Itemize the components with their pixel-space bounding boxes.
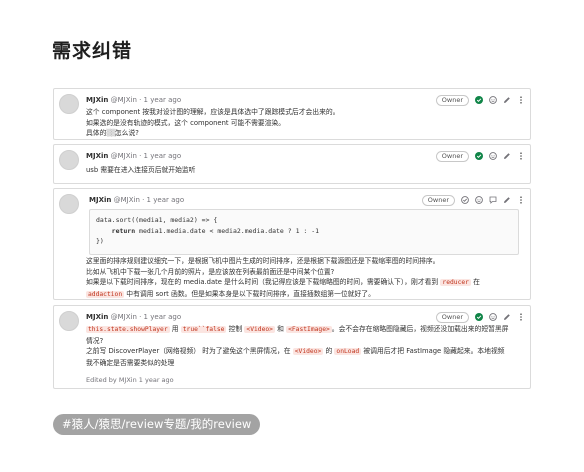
owner-badge: Owner [435, 150, 469, 162]
timestamp[interactable]: · 1 year ago [139, 96, 181, 104]
body-line: 情况? [86, 336, 104, 345]
author-name[interactable]: MJXin [86, 152, 108, 160]
owner-badge: Owner [435, 311, 469, 323]
body-text-fragment: 在 [473, 278, 480, 286]
edit-pencil-icon[interactable] [503, 96, 511, 104]
code-text: media1.media.date < media2.media.date ? … [135, 226, 320, 235]
note-actions: Owner [435, 311, 525, 323]
resolve-thread-icon[interactable] [461, 196, 469, 204]
body-text-fragment: 的 [325, 347, 333, 355]
more-actions-icon[interactable] [517, 152, 525, 160]
body-line: this.state.showPlayer 用 true``false 控制 <… [86, 324, 522, 336]
avatar[interactable] [59, 150, 79, 170]
edited-by-label: Edited by MJXin 1 year ago [86, 376, 174, 384]
avatar[interactable] [59, 311, 79, 331]
body-text-fragment: 中有调用 sort 函数。但是如果本身是以下载时间排序，直接插数组第一位就好了。 [126, 289, 375, 298]
code-keyword: return [111, 226, 136, 235]
emoji-reaction-icon[interactable] [489, 96, 497, 104]
page-title: 需求纠错 [52, 40, 133, 62]
note-header: MJXin @MJXin · 1 year ago [86, 150, 181, 162]
body-line: 这里面的排序规则建议细究一下，是根据飞机中图片生成的时间排序，还是根据下载源图还… [86, 257, 440, 265]
inline-code: <FastImage> [286, 326, 332, 333]
emoji-reaction-icon[interactable] [489, 313, 497, 321]
author-handle[interactable]: @MJXin [114, 196, 140, 204]
note-body: this.state.showPlayer 用 true``false 控制 <… [86, 324, 522, 368]
owner-badge: Owner [435, 94, 469, 106]
inline-code: addaction [86, 290, 125, 298]
hashtag-pill[interactable]: #猿人/猿思/review专题/我的review [53, 414, 261, 435]
author-name[interactable]: MJXin [86, 313, 108, 321]
body-text-fragment: 控制 [228, 325, 243, 333]
note-body: 这个 component 按我对设计图的理解，应该是具体选中了跟踪模式后才会出来… [86, 107, 522, 139]
body-line: 具体的▒▒怎么说? [86, 128, 522, 139]
timestamp[interactable]: · 1 year ago [139, 152, 181, 160]
body-text-fragment: 具体的 [86, 129, 107, 137]
more-actions-icon[interactable] [517, 96, 525, 104]
owner-badge: Owner [421, 194, 455, 206]
body-text-fragment: 。会不会存在缩略图隐藏后，视频还没加载出来的短暂黑屏 [331, 325, 509, 333]
edit-pencil-icon[interactable] [503, 152, 511, 160]
reply-icon[interactable] [489, 196, 497, 204]
author-handle[interactable]: @MJXin [111, 313, 137, 321]
inline-code: onLoad [334, 348, 362, 355]
note-header: MJXin @MJXin · 1 year ago [89, 194, 184, 206]
body-line: usb 需要在进入连接页后就开始监听 [86, 166, 196, 174]
note-actions: Owner [435, 150, 525, 162]
body-text-fragment: 和 [277, 325, 284, 333]
code-line: return media1.media.date < media2.media.… [96, 226, 512, 237]
timestamp[interactable]: · 1 year ago [139, 313, 181, 321]
author-handle[interactable]: @MJXin [111, 152, 137, 160]
body-text-fragment: 如果是以下载时间排序，现在的 media.date 是什么时间（我记得应该是下载… [86, 278, 439, 286]
code-line: }) [96, 237, 104, 245]
emoji-reaction-icon[interactable] [475, 196, 483, 204]
body-line: 这个 component 按我对设计图的理解，应该是具体选中了跟踪模式后才会出来… [86, 108, 340, 116]
body-line: 如果是以下载时间排序，现在的 media.date 是什么时间（我记得应该是下载… [86, 277, 522, 289]
note-comment-2: MJXin @MJXin · 1 year ago Owner usb 需要在进… [53, 144, 531, 184]
note-actions: Owner [421, 194, 525, 206]
inline-code: true``false [180, 326, 227, 333]
code-block: data.sort((media1, media2) => { return m… [89, 209, 519, 255]
note-actions: Owner [435, 94, 525, 106]
resolved-check-icon[interactable] [475, 96, 483, 104]
body-text-fragment: 用 [171, 325, 179, 333]
note-body: 这里面的排序规则建议细究一下，是根据飞机中图片生成的时间排序，还是根据下载源图还… [86, 256, 522, 300]
body-line: addaction 中有调用 sort 函数。但是如果本身是以下载时间排序，直接… [86, 289, 522, 301]
note-comment-1: MJXin @MJXin · 1 year ago Owner 这个 compo… [53, 88, 531, 140]
inline-code: <Video> [292, 348, 324, 355]
inline-code: reducer [440, 279, 471, 286]
body-line: 之前写 DiscoverPlayer（网络视频） 时为了避免这个黑屏情况，在 <… [86, 346, 522, 358]
redacted-text: ▒▒ [106, 129, 116, 137]
resolved-check-icon[interactable] [475, 313, 483, 321]
avatar[interactable] [59, 94, 79, 114]
body-line: 比如从飞机中下载一张几个月前的照片，是应该放在列表最前面还是中间某个位置? [86, 267, 335, 276]
note-header: MJXin @MJXin · 1 year ago [86, 311, 181, 323]
author-name[interactable]: MJXin [89, 196, 111, 204]
note-header: MJXin @MJXin · 1 year ago [86, 94, 181, 106]
more-actions-icon[interactable] [517, 196, 525, 204]
note-comment-4: MJXin @MJXin · 1 year ago Owner this.sta… [53, 305, 531, 389]
emoji-reaction-icon[interactable] [489, 152, 497, 160]
body-line: 如果选的是没有轨迹的模式，这个 component 可能不需要渲染。 [86, 118, 286, 127]
inline-code: <Video> [244, 326, 275, 333]
edit-pencil-icon[interactable] [503, 313, 511, 321]
body-line: 我不确定是否需要类似的处理 [86, 358, 175, 367]
avatar[interactable] [59, 194, 79, 214]
body-text-fragment: 之前写 DiscoverPlayer（网络视频） 时为了避免这个黑屏情况，在 [86, 347, 291, 355]
body-text-fragment: 怎么说? [114, 129, 139, 137]
more-actions-icon[interactable] [517, 313, 525, 321]
note-comment-3: MJXin @MJXin · 1 year ago Owner data.sor… [53, 188, 531, 300]
author-handle[interactable]: @MJXin [111, 96, 137, 104]
inline-code: this.state.showPlayer [86, 326, 170, 333]
resolved-check-icon[interactable] [475, 152, 483, 160]
author-name[interactable]: MJXin [86, 96, 108, 104]
note-body: usb 需要在进入连接页后就开始监听 [86, 165, 522, 176]
code-line: data.sort((media1, media2) => { [96, 216, 218, 224]
edit-pencil-icon[interactable] [503, 196, 511, 204]
body-text-fragment: 被调用后才把 FastImage 隐藏起来。本地视频 [363, 347, 505, 355]
timestamp[interactable]: · 1 year ago [142, 196, 184, 204]
